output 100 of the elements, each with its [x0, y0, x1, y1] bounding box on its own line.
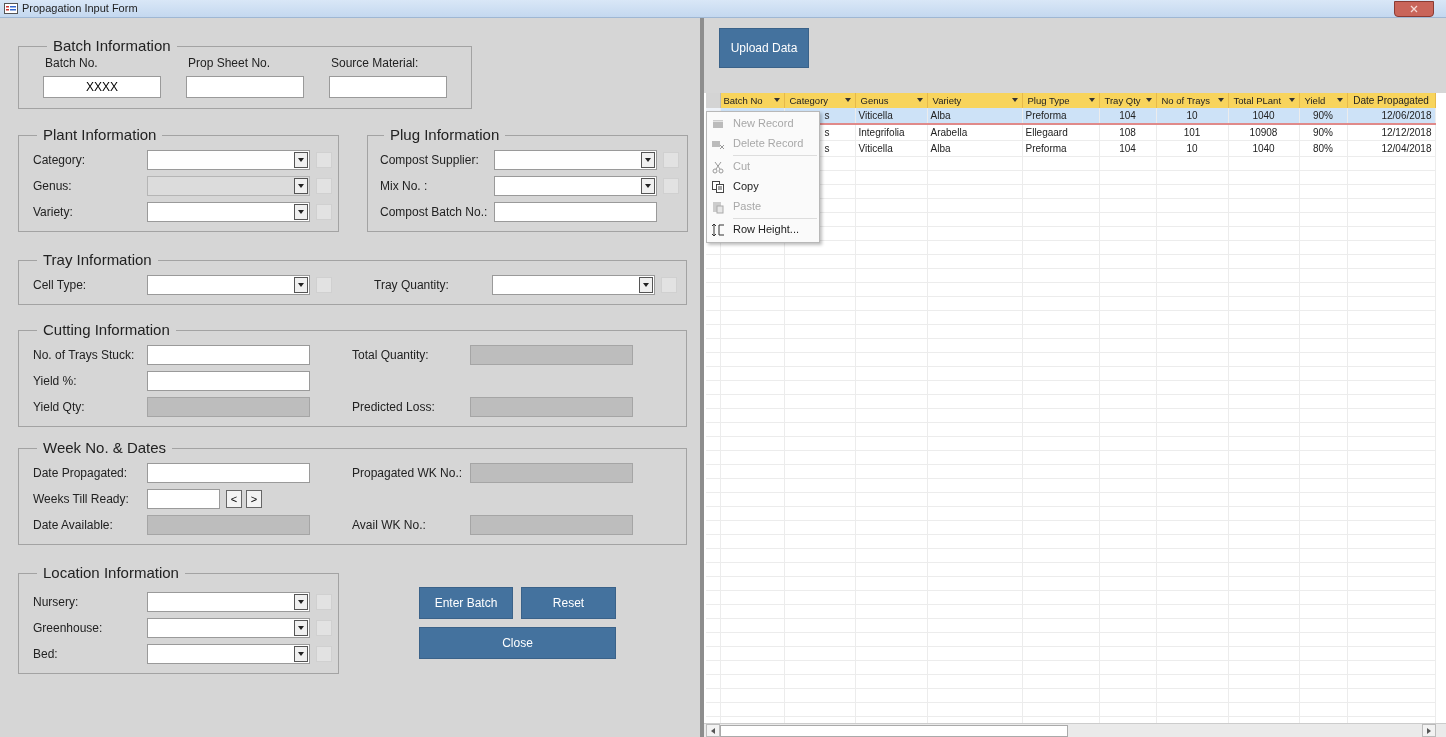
scroll-right-icon[interactable] — [1427, 727, 1431, 734]
table-cell: 12/12/2018 — [1347, 124, 1435, 141]
field-label: Mix No. : — [380, 178, 429, 195]
filter-arrow-icon[interactable] — [1145, 97, 1152, 102]
close-button[interactable] — [1394, 0, 1434, 17]
caret-icon — [298, 210, 304, 214]
field-label: Yield %: — [33, 373, 78, 390]
field-label: Batch No. — [44, 55, 99, 72]
caret-icon — [298, 626, 304, 630]
dropdown[interactable] — [492, 275, 655, 295]
input-field[interactable] — [147, 463, 310, 483]
clipboard-icon — [711, 199, 725, 214]
dropdown[interactable] — [147, 592, 310, 612]
window-title: Propagation Input Form — [22, 1, 138, 17]
input-field[interactable]: XXXX — [43, 76, 161, 98]
filter-arrow-icon[interactable] — [916, 97, 923, 102]
input-field[interactable] — [494, 202, 657, 222]
caret-icon — [298, 283, 304, 287]
field-label: Genus: — [33, 178, 73, 195]
action-button[interactable]: Close — [419, 627, 616, 659]
field-label: No. of Trays Stuck: — [33, 347, 136, 364]
input-field[interactable] — [470, 345, 633, 365]
field-label: Date Available: — [33, 517, 114, 534]
table-cell: Integrifolia — [855, 124, 927, 141]
caret-icon — [643, 283, 649, 287]
field-label: Total Quantity: — [352, 347, 430, 364]
action-button[interactable]: Reset — [521, 587, 616, 619]
section-title: Cutting Information — [42, 322, 171, 338]
caret-icon — [645, 184, 651, 188]
input-field[interactable] — [470, 397, 633, 417]
dropdown[interactable] — [147, 202, 310, 222]
input-field[interactable] — [470, 515, 633, 535]
dropdown[interactable] — [147, 275, 310, 295]
table-cell: Arabella — [927, 124, 1022, 141]
table-cell: Viticella — [855, 140, 927, 157]
table-cell: 104 — [1099, 140, 1156, 157]
section-title: Tray Information — [42, 252, 153, 268]
row-height-icon — [711, 222, 725, 237]
field-label: Avail WK No.: — [352, 517, 427, 534]
field-label: Compost Batch No.: — [380, 204, 489, 221]
stepper-button[interactable]: < — [226, 490, 242, 508]
input-field[interactable] — [147, 489, 220, 509]
input-field[interactable] — [329, 76, 447, 98]
filter-arrow-icon[interactable] — [1217, 97, 1224, 102]
caret-icon — [645, 158, 651, 162]
field-label: Variety: — [33, 204, 74, 221]
field-label: Nursery: — [33, 594, 80, 611]
dropdown[interactable] — [147, 644, 310, 664]
field-label: Yield Qty: — [33, 399, 86, 416]
caret-icon — [298, 600, 304, 604]
filter-arrow-icon[interactable] — [1088, 97, 1095, 102]
filter-arrow-icon[interactable] — [773, 97, 780, 102]
close-icon — [1410, 4, 1418, 13]
dropdown[interactable] — [494, 176, 657, 196]
section-title: Plant Information — [42, 127, 158, 143]
scissors-icon — [711, 159, 725, 174]
table-cell: 108 — [1099, 124, 1156, 141]
input-field[interactable] — [147, 515, 310, 535]
table-cell: Ellegaard — [1022, 124, 1099, 141]
caret-icon — [298, 184, 304, 188]
table-cell: 80% — [1299, 140, 1347, 157]
field-label: Source Material: — [330, 55, 420, 72]
field-label: Weeks Till Ready: — [33, 491, 130, 508]
section-title: Plug Information — [389, 127, 501, 143]
caret-icon — [298, 158, 304, 162]
filter-arrow-icon[interactable] — [1336, 97, 1343, 102]
table-cell: Alba — [927, 140, 1022, 157]
scroll-left-icon[interactable] — [711, 727, 715, 734]
input-field[interactable] — [470, 463, 633, 483]
field-label: Greenhouse: — [33, 620, 104, 637]
filter-arrow-icon[interactable] — [1011, 97, 1018, 102]
copy-icon — [711, 179, 725, 194]
input-field[interactable] — [186, 76, 304, 98]
table-cell: 10908 — [1228, 124, 1299, 141]
field-label: Date Propagated: — [33, 465, 129, 482]
filter-arrow-icon[interactable] — [1288, 97, 1295, 102]
table-cell: 1040 — [1228, 140, 1299, 157]
field-label: Prop Sheet No. — [187, 55, 272, 72]
section-title: Batch Information — [52, 38, 172, 54]
table-cell: 101 — [1156, 124, 1228, 141]
input-field[interactable] — [147, 345, 310, 365]
field-label: Category: — [33, 152, 87, 169]
input-field[interactable] — [147, 371, 310, 391]
dropdown[interactable] — [147, 150, 310, 170]
table-cell: 90% — [1299, 124, 1347, 141]
menu-item[interactable]: Row Height... — [707, 219, 819, 240]
horizontal-scrollbar[interactable] — [704, 723, 1446, 737]
field-label: Propagated WK No.: — [352, 465, 464, 482]
section-title: Location Information — [42, 565, 180, 581]
field-label: Cell Type: — [33, 277, 88, 294]
filter-arrow-icon[interactable] — [844, 97, 851, 102]
dropdown[interactable] — [147, 618, 310, 638]
dropdown[interactable] — [494, 150, 657, 170]
form-icon — [4, 3, 18, 14]
field-label: Compost Supplier: — [380, 152, 480, 169]
action-button[interactable]: Enter Batch — [419, 587, 513, 619]
input-field[interactable] — [147, 397, 310, 417]
stepper-button[interactable]: > — [246, 490, 262, 508]
menu-item[interactable]: Copy — [707, 176, 819, 197]
upload-data-button[interactable]: Upload Data — [719, 28, 809, 68]
